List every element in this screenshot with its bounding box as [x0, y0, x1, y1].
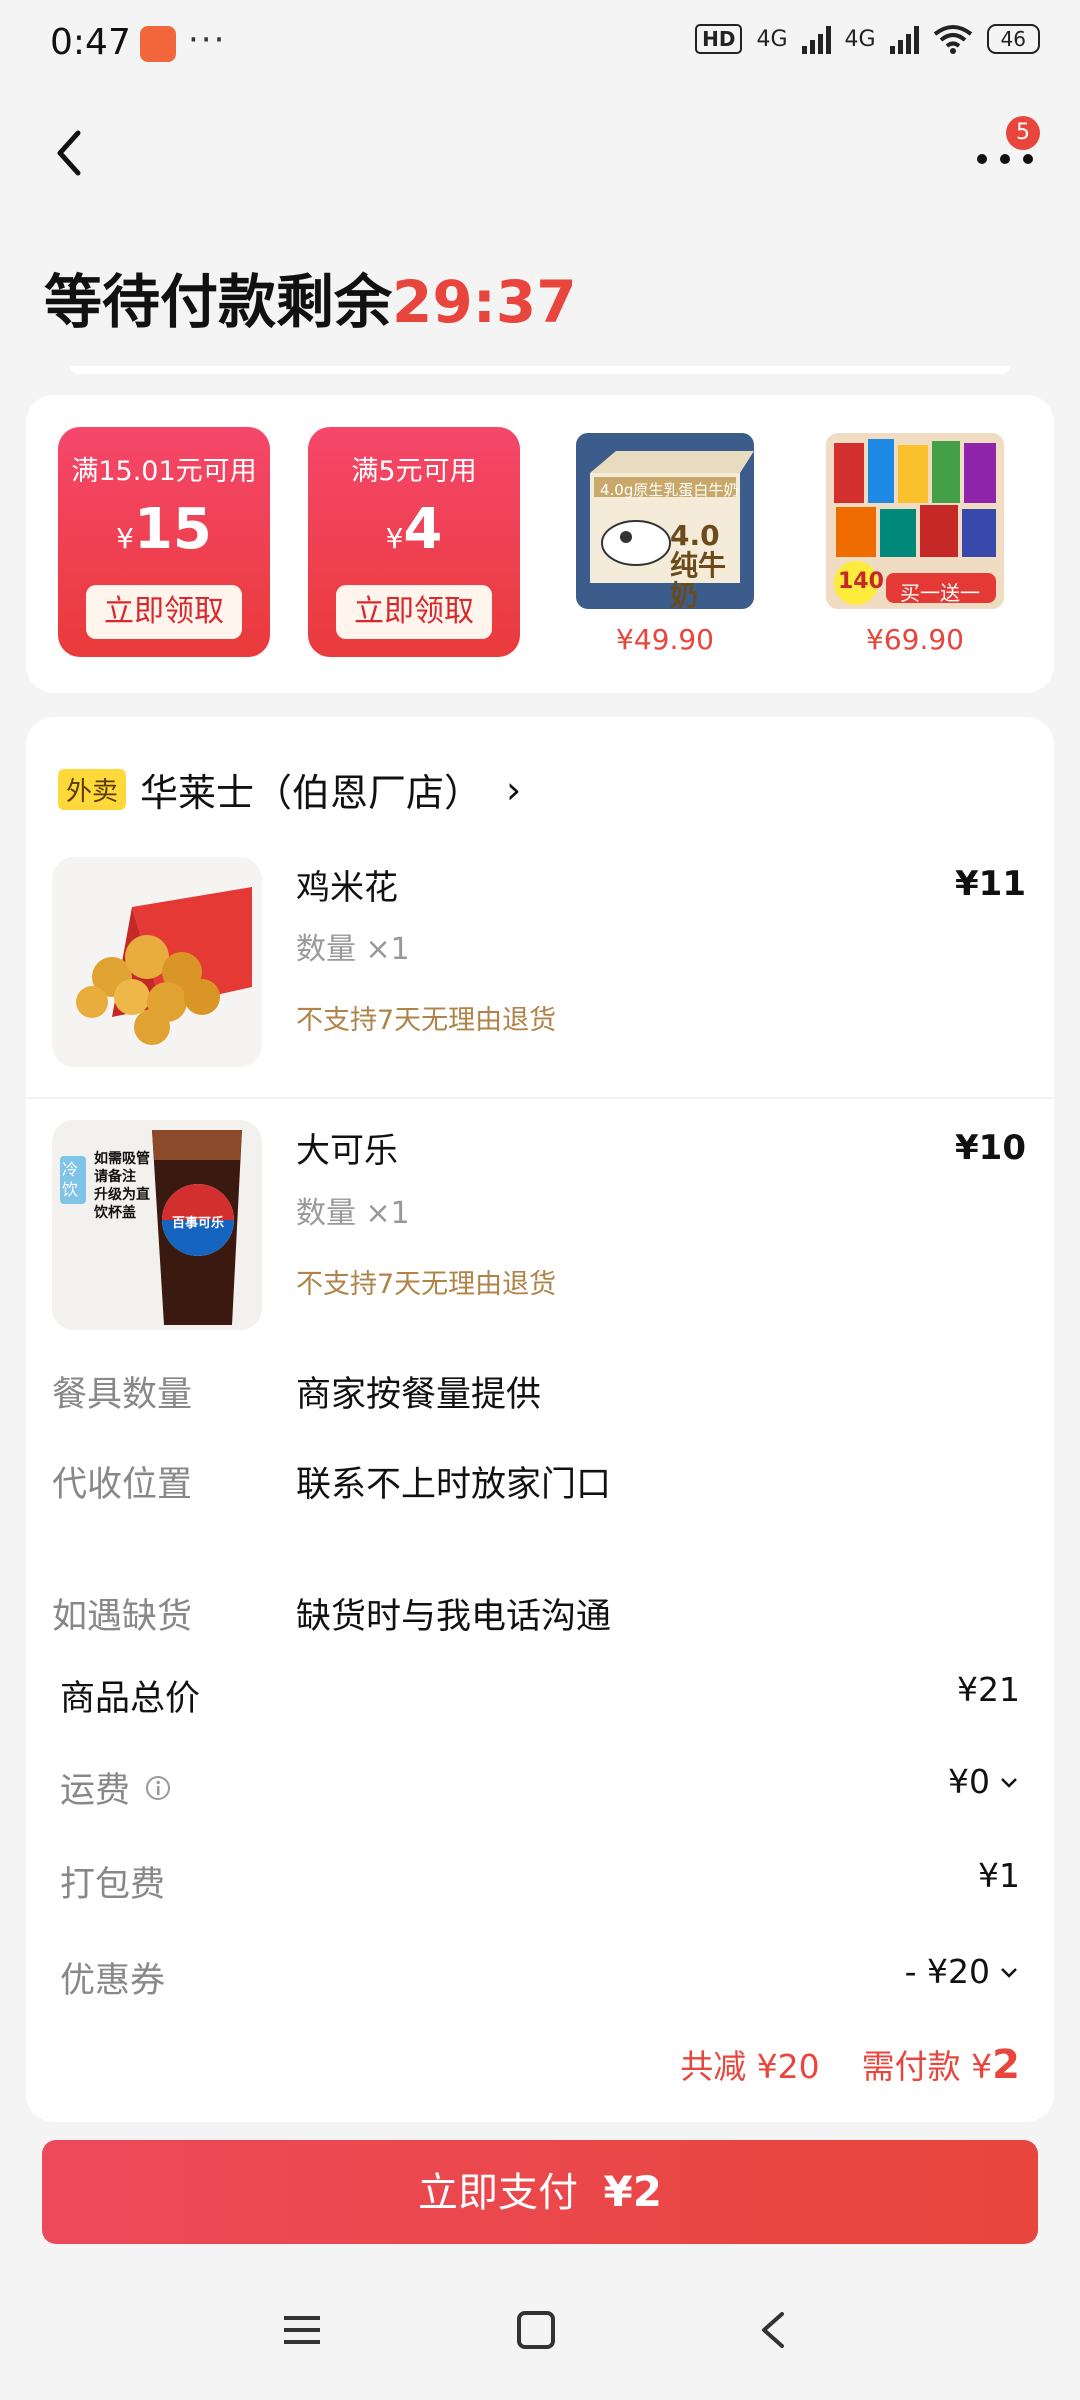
- chevron-left-icon: [57, 130, 81, 176]
- delivery-tag: 外卖: [58, 769, 127, 810]
- item-name: 鸡米花: [296, 868, 398, 908]
- status-bar: 0:47 ··· HD 4G 4G 46: [0, 0, 1080, 90]
- item-price: ¥11: [955, 864, 1026, 904]
- back-nav-icon[interactable]: [754, 2310, 794, 2350]
- notification-badge: 5: [1006, 116, 1040, 150]
- coupon-value-row[interactable]: - ¥20: [905, 1952, 1020, 1991]
- snack-product-image[interactable]: 140 买一送一: [826, 433, 1004, 609]
- product-label-bottom: 买一送一: [900, 581, 980, 605]
- chevron-down-icon: [1001, 1967, 1017, 1978]
- subtotal-value: ¥21: [957, 1670, 1020, 1709]
- shop-header[interactable]: 外卖 华莱士（伯恩厂店） ›: [58, 762, 521, 817]
- pay-now-button[interactable]: 立即支付 ¥2: [42, 2140, 1038, 2244]
- header-divider: [70, 366, 1010, 374]
- chevron-right-icon: ›: [506, 767, 522, 812]
- milk-product-image[interactable]: 4.0g原生乳蛋白牛奶 4.0纯牛奶: [576, 433, 754, 609]
- discount-label: 共减: [680, 2047, 747, 2086]
- delivery-fee-row-label: 运费: [60, 1762, 172, 1813]
- cold-drink-tag: 冷饮: [62, 1160, 79, 1199]
- product-label-main: 4.0纯牛奶: [670, 519, 727, 610]
- countdown-timer: 29:37: [392, 268, 577, 336]
- coupon-condition: 满5元可用: [351, 456, 477, 487]
- status-time: 0:47: [50, 22, 131, 63]
- product-price: ¥69.90: [866, 623, 964, 656]
- packaging-fee-label: 打包费: [60, 1865, 166, 1905]
- pay-now-label: 立即支付: [418, 2170, 579, 2216]
- product-label-top: 4.0g原生乳蛋白牛奶: [600, 481, 739, 499]
- info-icon[interactable]: [144, 1774, 172, 1802]
- app-notification-icon: [140, 26, 176, 62]
- back-button[interactable]: [50, 125, 100, 185]
- chevron-down-icon: [1001, 1777, 1017, 1788]
- return-policy-note: 不支持7天无理由退货: [296, 1005, 557, 1036]
- item-quantity: 数量 ×1: [296, 1196, 410, 1231]
- shop-name: 华莱士（伯恩厂店）: [140, 771, 483, 815]
- product-badge: 140: [838, 569, 884, 594]
- out-of-stock-value[interactable]: 缺货时与我电话沟通: [296, 1588, 611, 1639]
- coupon-card[interactable]: 满15.01元可用 ¥15 立即领取: [58, 427, 270, 657]
- promo-card: 满15.01元可用 ¥15 立即领取 满5元可用 ¥4 立即领取 4.0g原生乳…: [26, 395, 1054, 693]
- coupon-label: 优惠券: [60, 1961, 166, 2001]
- item-price: ¥10: [955, 1128, 1026, 1168]
- network-label-1: 4G: [756, 26, 788, 52]
- title-prefix: 等待付款剩余: [44, 268, 393, 336]
- coupon-amount: ¥4: [385, 497, 443, 562]
- tableware-label: 餐具数量: [52, 1375, 193, 1415]
- page-title: 等待付款剩余29:37: [44, 255, 577, 339]
- cola-image[interactable]: 冷饮 如需吸管请备注 升级为直饮杯盖 百事可乐: [52, 1120, 262, 1330]
- hd-icon: HD: [695, 24, 743, 54]
- straw-note: 如需吸管请备注 升级为直饮杯盖: [94, 1151, 150, 1221]
- delivery-fee-value-row[interactable]: ¥0: [948, 1762, 1020, 1801]
- pay-amount-value: 2: [992, 2042, 1020, 2088]
- wifi-icon: [933, 25, 972, 54]
- item-divider: [26, 1097, 1054, 1099]
- item-name: 大可乐: [296, 1131, 398, 1171]
- system-nav-bar: [0, 2290, 1080, 2400]
- pickup-location-label: 代收位置: [52, 1465, 193, 1505]
- claim-coupon-button[interactable]: 立即领取: [86, 585, 242, 639]
- discount-value: ¥20: [756, 2047, 820, 2086]
- home-icon[interactable]: [516, 2310, 556, 2350]
- pay-amount-currency: ¥: [971, 2047, 993, 2086]
- coupon-amount: ¥15: [116, 497, 212, 562]
- popcorn-chicken-image[interactable]: [52, 857, 262, 1067]
- coupon-value: - ¥20: [904, 1952, 990, 1991]
- status-indicators: HD 4G 4G 46: [695, 24, 1040, 54]
- network-label-2: 4G: [844, 26, 876, 52]
- pickup-location-value[interactable]: 联系不上时放家门口: [296, 1456, 611, 1507]
- coupon-card[interactable]: 满5元可用 ¥4 立即领取: [308, 427, 520, 657]
- total-summary: 共减 ¥20 需付款 ¥2: [680, 2040, 1020, 2088]
- signal-icon-2: [889, 24, 919, 54]
- subtotal-label: 商品总价: [60, 1679, 201, 1719]
- status-more-dots: ···: [188, 20, 227, 60]
- tableware-value[interactable]: 商家按餐量提供: [296, 1366, 541, 1417]
- coupon-condition: 满15.01元可用: [71, 456, 257, 487]
- pay-amount-label: 需付款: [861, 2047, 961, 2086]
- delivery-fee-label: 运费: [60, 1771, 131, 1811]
- packaging-fee-value: ¥1: [978, 1856, 1020, 1895]
- pay-now-amount: ¥2: [603, 2167, 662, 2216]
- claim-coupon-button[interactable]: 立即领取: [336, 585, 492, 639]
- item-quantity: 数量 ×1: [296, 932, 410, 967]
- battery-icon: 46: [986, 24, 1040, 54]
- out-of-stock-label: 如遇缺货: [52, 1597, 193, 1637]
- return-policy-note: 不支持7天无理由退货: [296, 1269, 557, 1300]
- signal-icon: [801, 24, 831, 54]
- product-price: ¥49.90: [616, 623, 714, 656]
- cup-label: 百事可乐: [171, 1216, 224, 1231]
- delivery-fee-value: ¥0: [948, 1762, 990, 1801]
- menu-icon[interactable]: [282, 2310, 322, 2350]
